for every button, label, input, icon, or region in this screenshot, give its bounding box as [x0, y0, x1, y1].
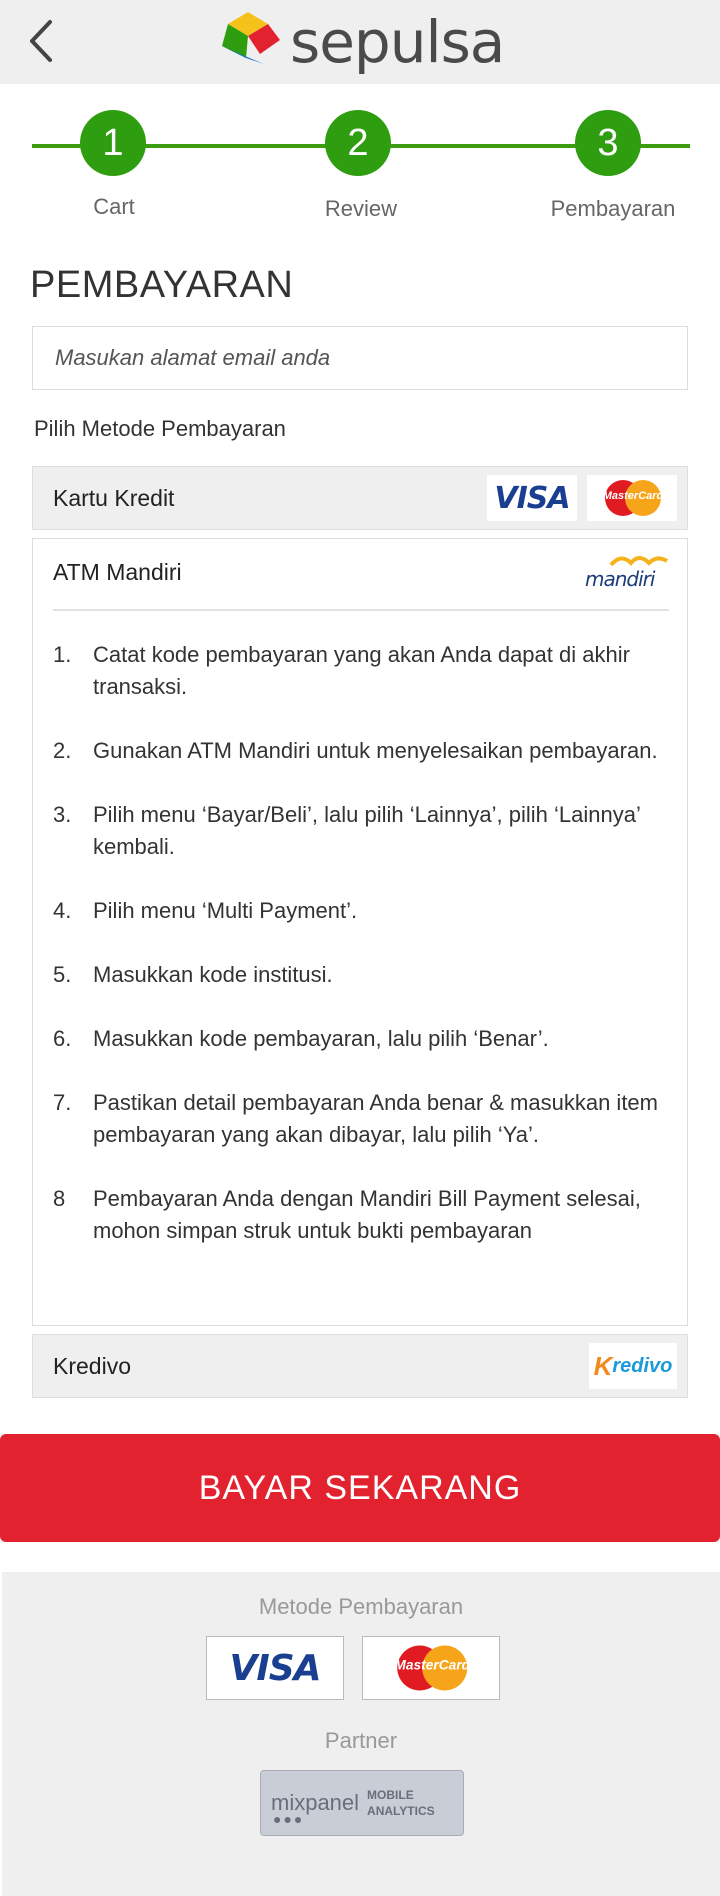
- footer-visa-logo: VISA: [206, 1636, 344, 1700]
- back-button[interactable]: [26, 18, 58, 64]
- page-title: PEMBAYARAN: [30, 264, 294, 306]
- step-2-label: Review: [324, 196, 398, 221]
- mastercard-logo: MasterCard: [587, 475, 677, 521]
- list-item: 1. Catat kode pembayaran yang akan Anda d…: [53, 642, 630, 699]
- list-item: 8 Pembayaran Anda dengan Mandiri Bill Pay…: [53, 1186, 641, 1243]
- sepulsa-logo[interactable]: sepulsa: [218, 6, 505, 78]
- payment-option-label: ATM Mandiri: [53, 558, 182, 585]
- mandiri-logo: mandiri: [581, 549, 669, 593]
- step-2-circle: 2: [325, 110, 391, 176]
- payment-option-header: Kartu Kredit VISA MasterCard: [33, 467, 687, 529]
- payment-option-label: Kredivo: [53, 1352, 131, 1379]
- checkout-stepper: 1 2 3 Cart Review Pembayaran: [0, 84, 720, 244]
- app-header: sepulsa: [0, 0, 720, 84]
- payment-option-kredivo[interactable]: Kredivo Kredivo: [32, 1334, 688, 1398]
- step-1-circle: 1: [80, 110, 146, 176]
- list-item: 6. Masukkan kode pembayaran, lalu pilih ‘…: [53, 1026, 549, 1051]
- step-3-label: Pembayaran: [550, 196, 676, 221]
- logo-text: sepulsa: [290, 8, 505, 76]
- footer: Metode Pembayaran VISA MasterCard Partne…: [2, 1572, 720, 1896]
- list-item: 3. Pilih menu ‘Bayar/Beli’, lalu pilih ‘L…: [53, 802, 641, 859]
- list-item: 2. Gunakan ATM Mandiri untuk menyelesaika…: [53, 738, 658, 763]
- list-item: 7. Pastikan detail pembayaran Anda benar …: [53, 1090, 658, 1147]
- payment-instructions-list: 1. Catat kode pembayaran yang akan Anda d…: [33, 611, 687, 1289]
- mixpanel-badge[interactable]: mixpanel MOBILE ANALYTICS ●●●: [260, 1770, 464, 1836]
- payment-method-label: Pilih Metode Pembayaran: [34, 416, 286, 441]
- list-item: 5. Masukkan kode institusi.: [53, 962, 333, 987]
- sepulsa-cube-icon: [222, 12, 280, 64]
- footer-partner-label: Partner: [324, 1728, 398, 1753]
- step-1-label: Cart: [93, 194, 135, 219]
- payment-option-header: Kredivo Kredivo: [33, 1335, 687, 1397]
- chevron-left-icon: [30, 20, 52, 62]
- payment-option-atm-mandiri[interactable]: ATM Mandiri mandiri 1. Catat kode pembaya…: [32, 538, 688, 1326]
- visa-logo: VISA: [487, 475, 577, 521]
- kredivo-logo: Kredivo: [589, 1343, 677, 1389]
- payment-option-header: ATM Mandiri mandiri: [33, 539, 687, 605]
- footer-mastercard-logo: MasterCard: [362, 1636, 500, 1700]
- step-3-circle: 3: [575, 110, 641, 176]
- email-input[interactable]: [32, 326, 688, 390]
- list-item: 4. Pilih menu ‘Multi Payment’.: [53, 898, 358, 923]
- footer-methods-label: Metode Pembayaran: [258, 1594, 464, 1619]
- payment-option-label: Kartu Kredit: [53, 484, 175, 511]
- payment-option-credit-card[interactable]: Kartu Kredit VISA MasterCard: [32, 466, 688, 530]
- pay-now-button[interactable]: BAYAR SEKARANG: [0, 1434, 720, 1542]
